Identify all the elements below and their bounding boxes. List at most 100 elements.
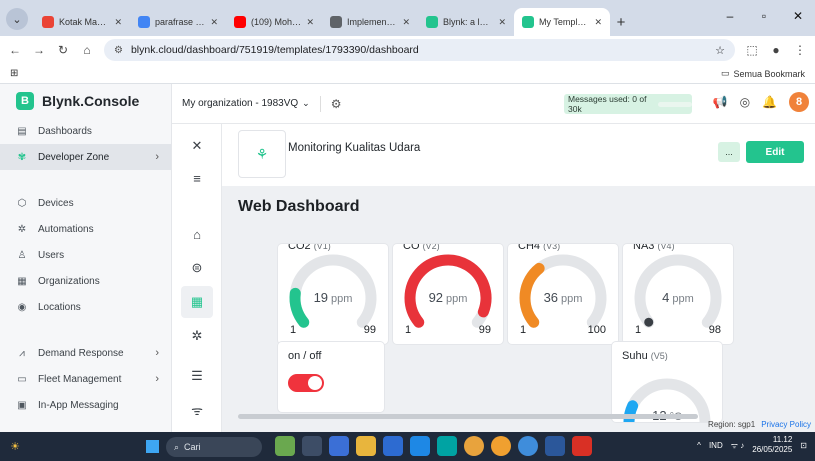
privacy-policy-link[interactable]: Privacy Policy [761,420,811,429]
tab-label: Kotak Masuk (18) [59,17,110,27]
sidebar-item-automations[interactable]: ✲ Automations [0,216,171,242]
sidebar-item-devices[interactable]: ⬡ Devices [0,190,171,216]
sidebar-item-label: Automations [38,223,94,235]
developer-zone-icon: ✾ [17,151,27,163]
minimize-icon[interactable]: – [713,0,747,32]
gauge-widget-co: CO (V2) 92 ppm 1 99 [393,244,503,344]
hamburger-menu-icon[interactable]: ≡ [181,162,213,194]
tray-expand-icon[interactable]: ^ [697,441,701,450]
tab-close-icon[interactable]: ✕ [402,17,410,28]
chrome-dev-icon[interactable] [518,436,538,456]
tab-favicon-icon [426,16,438,28]
start-icon[interactable] [146,440,159,453]
bookmark-star-icon[interactable]: ☆ [715,44,725,57]
help-icon[interactable]: ◎ [740,95,750,109]
taskbar-search[interactable]: ⌕ Cari [166,437,262,457]
on-off-switch[interactable] [288,374,324,392]
tab-close-icon[interactable]: ✕ [210,17,218,28]
browser-tab[interactable]: Implementasi Sistem ✕ [322,8,418,36]
tab-favicon-icon [522,16,534,28]
word-app-icon[interactable] [545,436,565,456]
org-settings-icon[interactable]: ⚙ [331,97,342,111]
forward-icon[interactable]: → [32,43,46,57]
all-bookmarks[interactable]: ▭ Semua Bookmark [721,68,805,79]
browser-tab[interactable]: My Templates - Blynk ✕ [514,8,610,36]
tab-close-icon[interactable]: ✕ [114,17,122,28]
apps-grid-icon[interactable]: ⊞ [10,68,18,79]
settings-app-icon[interactable] [383,436,403,456]
weather-icon[interactable]: ☀ [0,440,30,453]
rail-events-icon[interactable]: ☰ [181,360,213,392]
restore-icon[interactable]: ▫ [747,0,781,32]
menu-icon[interactable]: ⋮ [793,43,807,57]
sidebar-item-developer-zone[interactable]: ✾ Developer Zone › [0,144,171,170]
browser-tab[interactable]: Blynk: a low-code ✕ [418,8,514,36]
browser-tab[interactable]: parafrase - Peneliti ✕ [130,8,226,36]
sidebar-item-label: Organizations [38,275,100,287]
browser-tab[interactable]: Kotak Masuk (18) ✕ [34,8,130,36]
edit-button[interactable]: Edit [746,141,804,163]
horizontal-scrollbar[interactable] [238,414,698,419]
file-explorer-icon[interactable] [356,436,376,456]
rail-automation-icon[interactable]: ✲ [181,320,213,352]
clock[interactable]: 11.12 26/05/2025 [752,435,792,455]
chrome-canary-icon[interactable] [491,436,511,456]
sidebar-item-locations[interactable]: ◉ Locations [0,294,171,320]
rail-dashboard-icon[interactable]: ▦ [181,286,213,318]
notification-center-icon[interactable]: ⊡ [800,441,807,450]
messaging-icon: ▣ [17,399,27,411]
announcements-icon[interactable]: 📢 [713,95,728,109]
chrome-app-icon[interactable] [464,436,484,456]
tab-close-icon[interactable]: ✕ [306,17,314,28]
browser-tab[interactable]: (109) Mohammad ✕ [226,8,322,36]
tab-close-icon[interactable]: ✕ [498,17,506,28]
dashboard-title: Web Dashboard [238,198,360,215]
rail-home-icon[interactable]: ⌂ [181,218,213,250]
sidebar-item-dashboards[interactable]: ▤ Dashboards [0,118,171,144]
more-options-button[interactable]: ... [718,142,740,162]
address-bar[interactable]: ⚙ blynk.cloud/dashboard/751919/templates… [104,39,735,61]
wifi-volume-icon[interactable]: ᯤ ♪ [731,440,745,451]
messages-usage-badge[interactable]: Messages used: 0 of 30k [564,94,692,114]
sidebar-item-users[interactable]: ♙ Users [0,242,171,268]
rail-datastreams-icon[interactable]: ⊜ [181,252,213,284]
tab-favicon-icon [42,16,54,28]
org-selector[interactable]: My organization - 1983VQ ⌄ [182,98,310,109]
back-icon[interactable]: ← [8,43,22,57]
profile-icon[interactable]: ● [769,43,783,57]
gauge-unit: ppm [672,293,694,305]
extensions-icon[interactable]: ⬚ [745,43,759,57]
site-info-icon[interactable]: ⚙ [114,45,123,56]
avatar[interactable]: 8 [789,92,809,112]
tab-close-icon[interactable]: ✕ [594,17,602,28]
language-indicator[interactable]: IND [709,441,723,450]
sidebar-item-in-app-messaging[interactable]: ▣ In-App Messaging [0,392,171,418]
meet-app-icon[interactable] [329,436,349,456]
brand[interactable]: B Blynk.Console [0,84,171,118]
sidebar-item-fleet-management[interactable]: ▭ Fleet Management › [0,366,171,392]
taskbar-search-icon: ⌕ [174,441,180,452]
gauge-unit: ppm [331,293,353,305]
reload-icon[interactable]: ↻ [56,43,70,57]
sidebar-item-organizations[interactable]: ▦ Organizations [0,268,171,294]
arduino-app-icon[interactable] [437,436,457,456]
close-window-icon[interactable]: ✕ [781,0,815,32]
demand-response-icon: ⩘ [19,347,25,359]
top-icons: 📢 ◎ 🔔 8 [713,92,809,112]
screen: ⌄ Kotak Masuk (18) ✕ parafrase - Peneliti ✕… [0,0,815,461]
tab-search-icon[interactable]: ⌄ [6,8,28,30]
taskbar-search-label: Cari [184,442,201,452]
gauge-number: 36 [543,290,559,305]
notifications-icon[interactable]: 🔔 [762,95,777,109]
rail-wifi-icon[interactable]: ᯤ [181,394,213,426]
vscode-app-icon[interactable] [410,436,430,456]
new-tab-icon[interactable]: + [610,8,632,36]
home-icon[interactable]: ⌂ [80,43,94,57]
photos-app-icon[interactable] [275,436,295,456]
sidebar-item-demand-response[interactable]: ⩘ Demand Response › [0,340,171,366]
acrobat-app-icon[interactable] [572,436,592,456]
task-view-icon[interactable] [302,436,322,456]
template-image-icon[interactable]: ⚘ [238,130,286,178]
close-template-icon[interactable]: ✕ [181,130,213,162]
sidebar-item-label: Users [38,249,65,261]
